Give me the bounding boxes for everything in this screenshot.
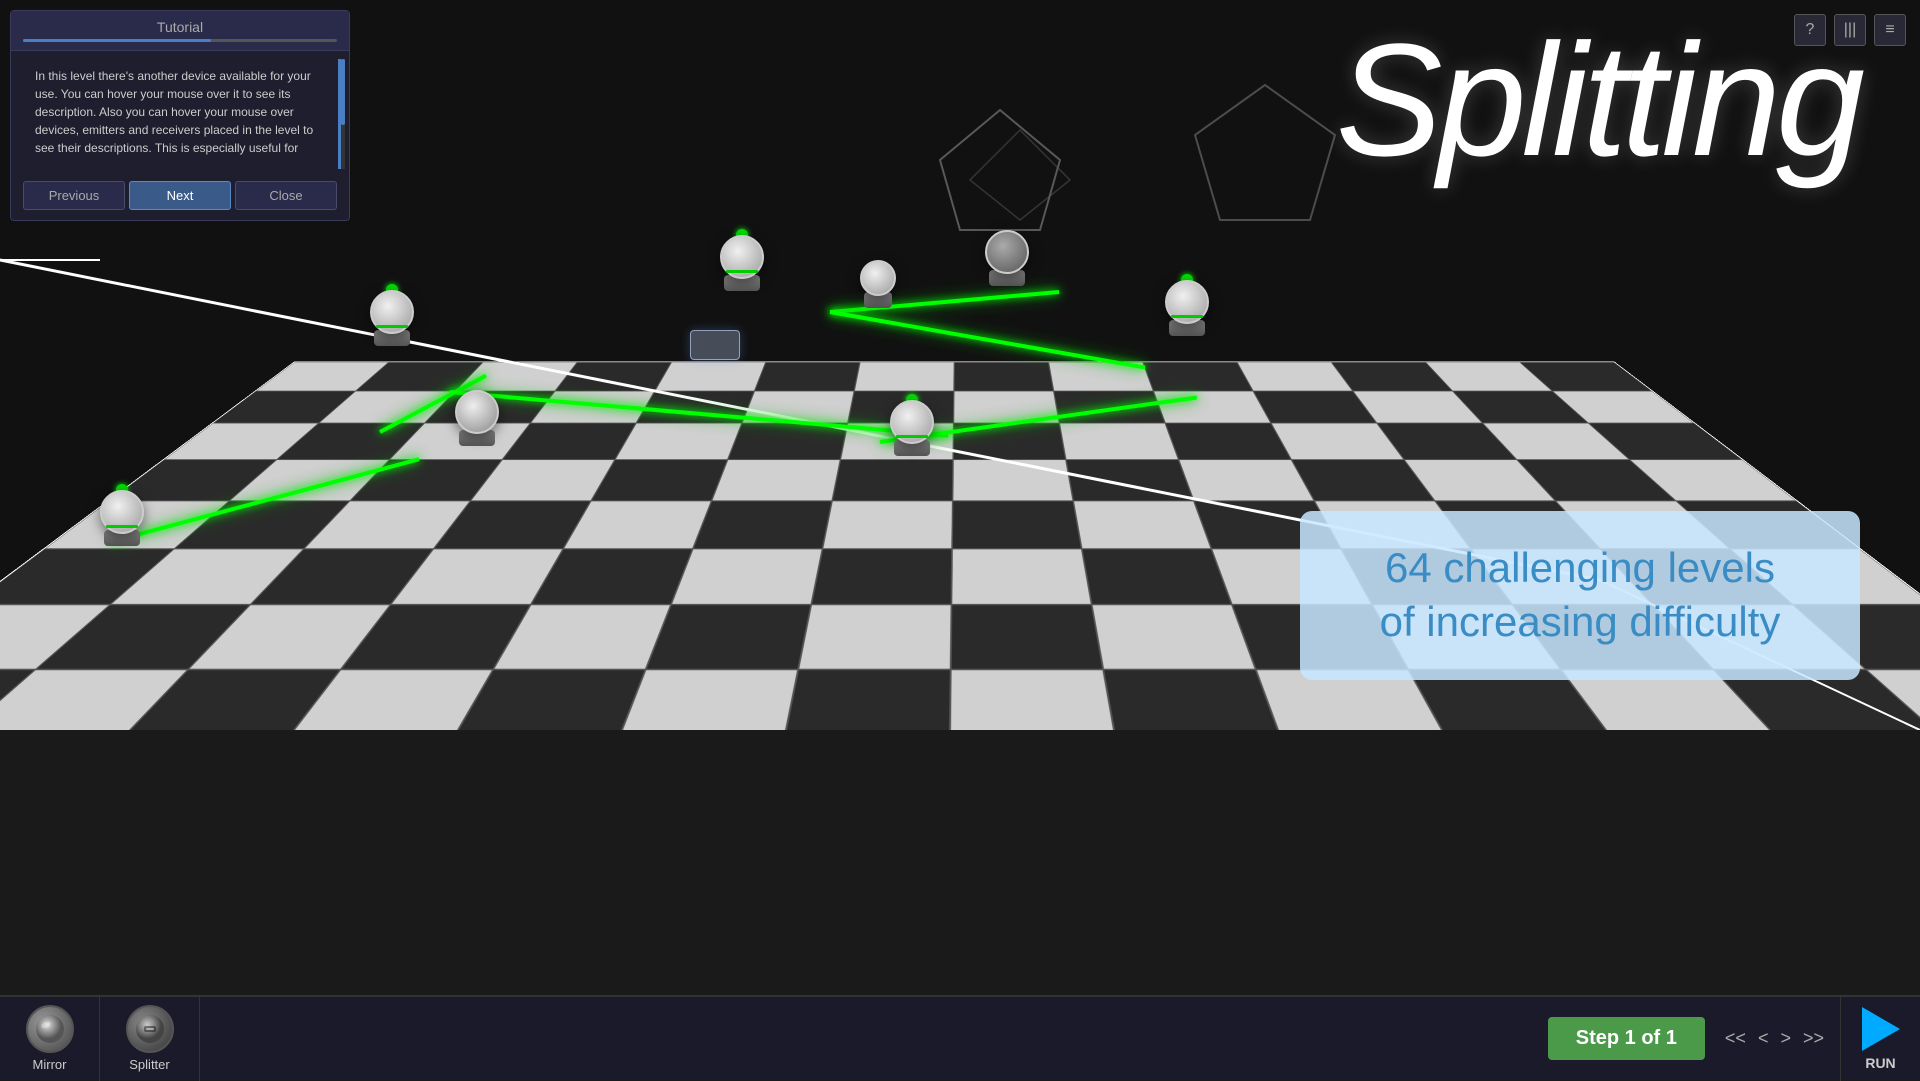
tutorial-title: Tutorial	[23, 19, 337, 35]
nav-prev-arrow[interactable]: <	[1754, 1024, 1773, 1053]
floor-cell	[1082, 549, 1232, 605]
tutorial-body-text: In this level there's another device ava…	[35, 67, 326, 157]
floor-cell	[646, 604, 812, 669]
mirror-icon	[26, 1005, 74, 1053]
mirror-svg	[34, 1013, 66, 1045]
robot-6[interactable]	[985, 230, 1029, 286]
run-label: RUN	[1865, 1055, 1895, 1071]
tutorial-body: In this level there's another device ava…	[23, 59, 341, 169]
floor-cell	[615, 423, 742, 459]
floor-cell	[636, 391, 754, 423]
floor-cell	[954, 391, 1060, 423]
floor-cell	[615, 670, 798, 730]
floor-cell	[953, 460, 1074, 502]
help-icon[interactable]: ?	[1794, 14, 1826, 46]
splitter-svg	[134, 1013, 166, 1045]
geo-shapes-2	[1190, 80, 1340, 260]
floor-cell	[742, 391, 854, 423]
mirror-label: Mirror	[33, 1057, 67, 1072]
previous-button[interactable]: Previous	[23, 181, 125, 210]
robot-5[interactable]	[860, 260, 896, 308]
tutorial-progress-fill	[23, 39, 211, 42]
promo-text: 64 challenging levels of increasing diff…	[1340, 541, 1820, 650]
floor-cell	[1165, 423, 1291, 459]
floor-cell	[951, 604, 1104, 669]
robot-7[interactable]	[890, 400, 934, 456]
promo-line2: of increasing difficulty	[1380, 598, 1781, 645]
floor-cell	[950, 670, 1117, 730]
tutorial-title-bar: Tutorial	[11, 11, 349, 51]
robot-4[interactable]	[720, 235, 764, 291]
floor-cell	[822, 501, 952, 549]
floor-cell	[728, 423, 848, 459]
nav-first-arrow[interactable]: <<	[1721, 1024, 1750, 1053]
stats-icon[interactable]: |||	[1834, 14, 1866, 46]
floor-cell	[1143, 362, 1253, 391]
game-title: Splitting	[1336, 20, 1860, 180]
run-triangle-icon	[1862, 1007, 1900, 1051]
floor-cell	[711, 460, 840, 502]
nav-arrows: << < > >>	[1721, 1024, 1828, 1053]
floor-cell	[1059, 423, 1178, 459]
mirror-tool[interactable]: Mirror	[0, 996, 100, 1081]
splitter-tool[interactable]: Splitter	[100, 996, 200, 1081]
floor-cell	[953, 423, 1066, 459]
floor-cell	[854, 362, 954, 391]
floor-cell	[1049, 362, 1154, 391]
floor-cell	[954, 362, 1054, 391]
floor-cell	[811, 549, 952, 605]
floor-cell	[782, 670, 950, 730]
menu-icon[interactable]: ≡	[1874, 14, 1906, 46]
splitter-label: Splitter	[129, 1057, 169, 1072]
floor-cell	[555, 362, 671, 391]
step-counter[interactable]: Step 1 of 1	[1548, 1017, 1705, 1060]
splitter-icon	[126, 1005, 174, 1053]
floor-cell	[655, 362, 766, 391]
floor-cell	[1103, 670, 1284, 730]
floor-cell	[563, 501, 711, 549]
run-button[interactable]: RUN	[1840, 996, 1920, 1081]
robot-3[interactable]	[455, 390, 499, 446]
floor-cell	[1054, 391, 1166, 423]
floor-cell	[951, 549, 1091, 605]
nav-next-arrow[interactable]: >	[1776, 1024, 1795, 1053]
floor-cell	[1153, 391, 1271, 423]
floor-cell	[952, 501, 1082, 549]
floor-cell	[1066, 460, 1194, 502]
floor-cell	[591, 460, 728, 502]
top-right-icons: ? ||| ≡	[1794, 14, 1906, 46]
toolbar: Mirror Splitter Step 1 of 1 << < >	[0, 995, 1920, 1080]
floor-cell	[693, 501, 832, 549]
floor-cell	[1073, 501, 1211, 549]
floor-cell	[1092, 604, 1256, 669]
tutorial-dialog: Tutorial In this level there's another d…	[10, 10, 350, 221]
close-button[interactable]: Close	[235, 181, 337, 210]
robot-1[interactable]	[100, 490, 144, 546]
floor-cell	[798, 604, 951, 669]
robot-2[interactable]	[370, 290, 414, 346]
floor-cell	[755, 362, 860, 391]
promo-line1: 64 challenging levels	[1385, 544, 1775, 591]
floor-cell	[671, 549, 822, 605]
robot-8[interactable]	[1165, 280, 1209, 336]
tutorial-buttons: Previous Next Close	[11, 173, 349, 220]
next-button[interactable]: Next	[129, 181, 231, 210]
floor-cell	[832, 460, 953, 502]
splitter-device[interactable]	[690, 330, 740, 360]
tutorial-progress-bar	[23, 39, 337, 42]
nav-last-arrow[interactable]: >>	[1799, 1024, 1828, 1053]
promo-box: 64 challenging levels of increasing diff…	[1300, 511, 1860, 680]
